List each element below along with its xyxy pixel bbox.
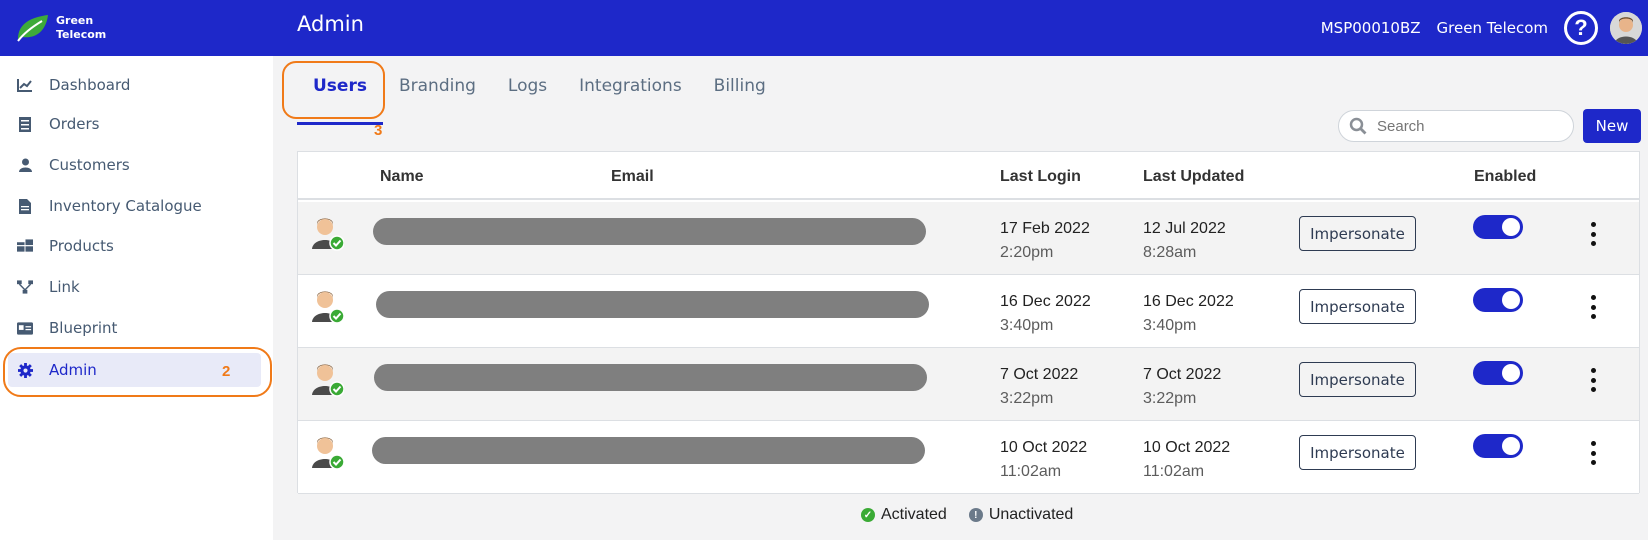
sidebar-item-customers[interactable]: Customers bbox=[8, 148, 261, 182]
sidebar-item-label: Blueprint bbox=[49, 319, 118, 337]
more-options-icon[interactable] bbox=[1589, 441, 1597, 465]
sidebar-item-products[interactable]: Products bbox=[8, 229, 261, 263]
last-login-cell: 10 Oct 2022 11:02am bbox=[1000, 439, 1088, 480]
account-id: MSP00010BZ bbox=[1320, 19, 1421, 37]
sidebar-item-label: Dashboard bbox=[49, 76, 131, 94]
sidebar-item-label: Customers bbox=[49, 156, 130, 174]
legend-unactivated: ! Unactivated bbox=[968, 506, 1073, 524]
check-circle-icon: ✓ bbox=[861, 508, 875, 522]
annotation-label-3: 3 bbox=[374, 122, 383, 139]
impersonate-button[interactable]: Impersonate bbox=[1299, 216, 1416, 251]
last-updated-cell: 10 Oct 2022 11:02am bbox=[1143, 439, 1231, 480]
user-avatar-icon bbox=[312, 291, 344, 324]
sidebar-item-inventory-catalogue[interactable]: Inventory Catalogue bbox=[8, 189, 261, 223]
exclamation-circle-icon: ! bbox=[968, 508, 983, 522]
sidebar-item-label: Inventory Catalogue bbox=[49, 197, 202, 215]
chart-line-icon bbox=[17, 77, 33, 93]
document-icon bbox=[17, 198, 33, 214]
account-name[interactable]: Green Telecom bbox=[1437, 19, 1548, 37]
id-card-icon bbox=[17, 320, 33, 336]
table-row[interactable]: 10 Oct 2022 11:02am 10 Oct 2022 11:02am Im… bbox=[298, 421, 1639, 494]
brand-logo[interactable]: Green Telecom bbox=[14, 6, 144, 50]
receipt-icon bbox=[17, 116, 33, 132]
user-avatar[interactable] bbox=[1610, 12, 1642, 44]
sidebar-item-orders[interactable]: Orders bbox=[8, 107, 261, 141]
sidebar-item-dashboard[interactable]: Dashboard bbox=[8, 68, 261, 102]
last-login-cell: 16 Dec 2022 3:40pm bbox=[1000, 293, 1091, 334]
user-avatar-icon bbox=[312, 218, 344, 251]
more-options-icon[interactable] bbox=[1589, 368, 1597, 392]
more-options-icon[interactable] bbox=[1589, 222, 1597, 246]
search-box[interactable] bbox=[1338, 110, 1574, 142]
tab-integrations[interactable]: Integrations bbox=[563, 72, 698, 112]
last-updated-cell: 12 Jul 2022 8:28am bbox=[1143, 220, 1226, 261]
network-icon bbox=[17, 279, 33, 295]
annotation-circle-3 bbox=[282, 61, 385, 119]
redacted-name-email bbox=[374, 364, 927, 391]
annotation-circle-2 bbox=[3, 347, 272, 397]
column-header-name[interactable]: Name bbox=[380, 168, 424, 186]
redacted-name-email bbox=[376, 291, 929, 318]
leaf-icon bbox=[17, 15, 48, 42]
person-icon bbox=[17, 157, 33, 173]
last-updated-cell: 16 Dec 2022 3:40pm bbox=[1143, 293, 1234, 334]
search-input[interactable] bbox=[1377, 117, 1557, 135]
enabled-toggle[interactable] bbox=[1473, 215, 1523, 239]
sidebar-item-label: Orders bbox=[49, 115, 100, 133]
table-row[interactable]: 16 Dec 2022 3:40pm 16 Dec 2022 3:40pm Impe… bbox=[298, 275, 1639, 348]
enabled-toggle[interactable] bbox=[1473, 288, 1523, 312]
impersonate-button[interactable]: Impersonate bbox=[1299, 362, 1416, 397]
impersonate-button[interactable]: Impersonate bbox=[1299, 289, 1416, 324]
tab-logs[interactable]: Logs bbox=[492, 72, 563, 112]
users-table: Name Email Last Login Last Updated Enabl… bbox=[297, 151, 1640, 494]
column-header-last-updated[interactable]: Last Updated bbox=[1143, 168, 1244, 186]
page-title: Admin bbox=[297, 12, 364, 36]
column-header-enabled[interactable]: Enabled bbox=[1474, 168, 1536, 186]
sidebar-item-link[interactable]: Link bbox=[8, 270, 261, 304]
new-user-button[interactable]: New bbox=[1583, 109, 1641, 143]
column-header-last-login[interactable]: Last Login bbox=[1000, 168, 1081, 186]
table-row[interactable]: 7 Oct 2022 3:22pm 7 Oct 2022 3:22pm Impers… bbox=[298, 348, 1639, 421]
redacted-name-email bbox=[372, 437, 925, 464]
sidebar-item-label: Products bbox=[49, 237, 114, 255]
redacted-name-email bbox=[373, 218, 926, 245]
column-header-email[interactable]: Email bbox=[611, 168, 654, 186]
impersonate-button[interactable]: Impersonate bbox=[1299, 435, 1416, 470]
table-row[interactable]: 17 Feb 2022 2:20pm 12 Jul 2022 8:28am Impe… bbox=[298, 202, 1639, 275]
sidebar-item-blueprint[interactable]: Blueprint bbox=[8, 311, 261, 345]
search-icon bbox=[1349, 117, 1367, 135]
tab-billing[interactable]: Billing bbox=[698, 72, 782, 112]
enabled-toggle[interactable] bbox=[1473, 434, 1523, 458]
user-avatar-icon bbox=[312, 364, 344, 397]
tab-branding[interactable]: Branding bbox=[383, 72, 492, 112]
boxes-icon bbox=[17, 238, 33, 254]
brand-name: Green Telecom bbox=[56, 14, 107, 41]
legend-activated: ✓ Activated bbox=[861, 506, 947, 524]
last-updated-cell: 7 Oct 2022 3:22pm bbox=[1143, 366, 1222, 407]
last-login-cell: 7 Oct 2022 3:22pm bbox=[1000, 366, 1079, 407]
enabled-toggle[interactable] bbox=[1473, 361, 1523, 385]
user-avatar-icon bbox=[312, 437, 344, 470]
help-icon[interactable]: ? bbox=[1564, 11, 1598, 45]
status-legend: ✓ Activated ! Unactivated bbox=[861, 506, 1095, 524]
last-login-cell: 17 Feb 2022 2:20pm bbox=[1000, 220, 1090, 261]
table-header: Name Email Last Login Last Updated Enabl… bbox=[298, 152, 1639, 200]
top-bar: Green Telecom Admin MSP00010BZ Green Tel… bbox=[0, 0, 1648, 56]
annotation-label-2: 2 bbox=[222, 363, 231, 380]
more-options-icon[interactable] bbox=[1589, 295, 1597, 319]
sidebar-item-label: Link bbox=[49, 278, 80, 296]
